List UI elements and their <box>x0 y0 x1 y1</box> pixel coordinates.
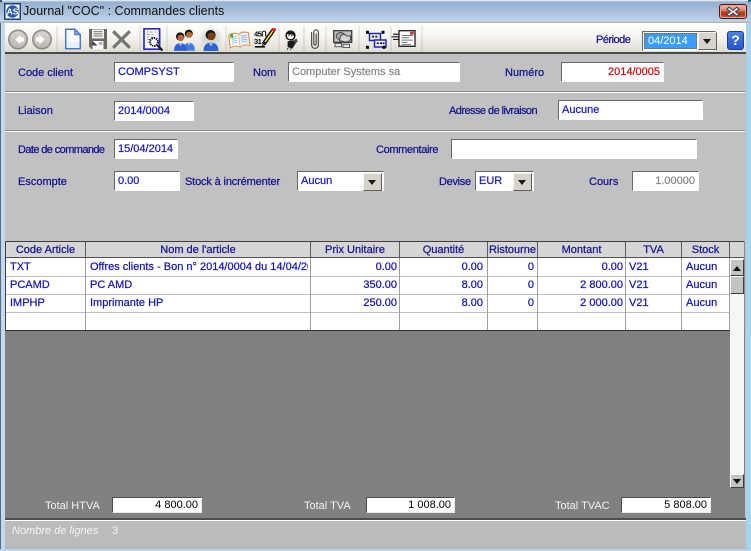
svg-text:AS: AS <box>7 7 19 17</box>
